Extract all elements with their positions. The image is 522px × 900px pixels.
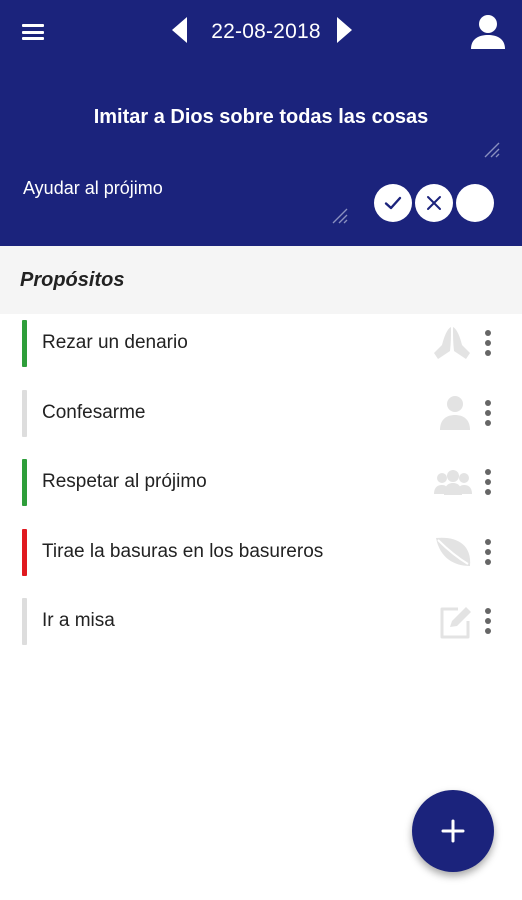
mark-failed-button[interactable] [415, 184, 453, 222]
mark-pending-button[interactable] [456, 184, 494, 222]
previous-day-icon[interactable] [172, 17, 187, 43]
section-header: Propósitos [0, 246, 522, 314]
plus-icon [441, 819, 465, 843]
next-day-icon[interactable] [337, 17, 352, 43]
list-item[interactable]: Tirae la basuras en los basureros [0, 523, 522, 593]
item-label: Respetar al prójimo [42, 471, 207, 492]
user-profile-icon[interactable] [468, 12, 508, 52]
section-title: Propósitos [20, 269, 125, 291]
list-item[interactable]: Respetar al prójimo [0, 453, 522, 523]
goal-text: Ayudar al prójimo [23, 178, 163, 198]
cross-icon [427, 196, 441, 210]
list-item[interactable]: Ir a misa [0, 592, 522, 662]
leaf-icon [430, 532, 474, 572]
current-date: 22-08-2018 [211, 20, 321, 43]
status-bar [22, 320, 27, 367]
item-menu-icon[interactable] [478, 396, 498, 430]
menu-icon[interactable] [20, 22, 46, 42]
item-label: Tirae la basuras en los basureros [42, 540, 324, 562]
mark-done-button[interactable] [374, 184, 412, 222]
resize-grip-icon [484, 142, 500, 158]
item-label: Confesarme [42, 401, 146, 423]
status-bar [22, 389, 27, 437]
item-menu-icon[interactable] [478, 535, 498, 569]
person-icon [430, 393, 474, 433]
day-title: Imitar a Dios sobre todas las cosas [93, 106, 429, 128]
praying-hands-icon [430, 323, 474, 363]
item-label: Rezar un denario [42, 332, 188, 353]
item-label: Ir a misa [42, 610, 115, 631]
item-menu-icon[interactable] [478, 326, 498, 360]
status-bar [22, 598, 27, 645]
resize-grip-icon [332, 208, 348, 224]
goal-field[interactable]: Ayudar al prójimo [20, 172, 350, 228]
add-purpose-button[interactable] [412, 790, 494, 872]
item-menu-icon[interactable] [478, 604, 498, 638]
item-menu-icon[interactable] [478, 465, 498, 499]
day-title-field[interactable]: Imitar a Dios sobre todas las cosas [20, 92, 502, 162]
list-item[interactable]: Confesarme [0, 384, 522, 454]
goal-status-buttons [374, 184, 498, 222]
edit-icon [430, 601, 474, 641]
status-bar [22, 528, 27, 576]
check-icon [384, 196, 402, 210]
purposes-list: Rezar un denario Confesarme Respetar al … [0, 314, 522, 662]
list-item[interactable]: Rezar un denario [0, 314, 522, 384]
app-header: 22-08-2018 Imitar a Dios sobre todas las… [0, 0, 522, 246]
status-bar [22, 459, 27, 506]
group-icon [430, 462, 474, 502]
date-navigator: 22-08-2018 [165, 12, 365, 52]
